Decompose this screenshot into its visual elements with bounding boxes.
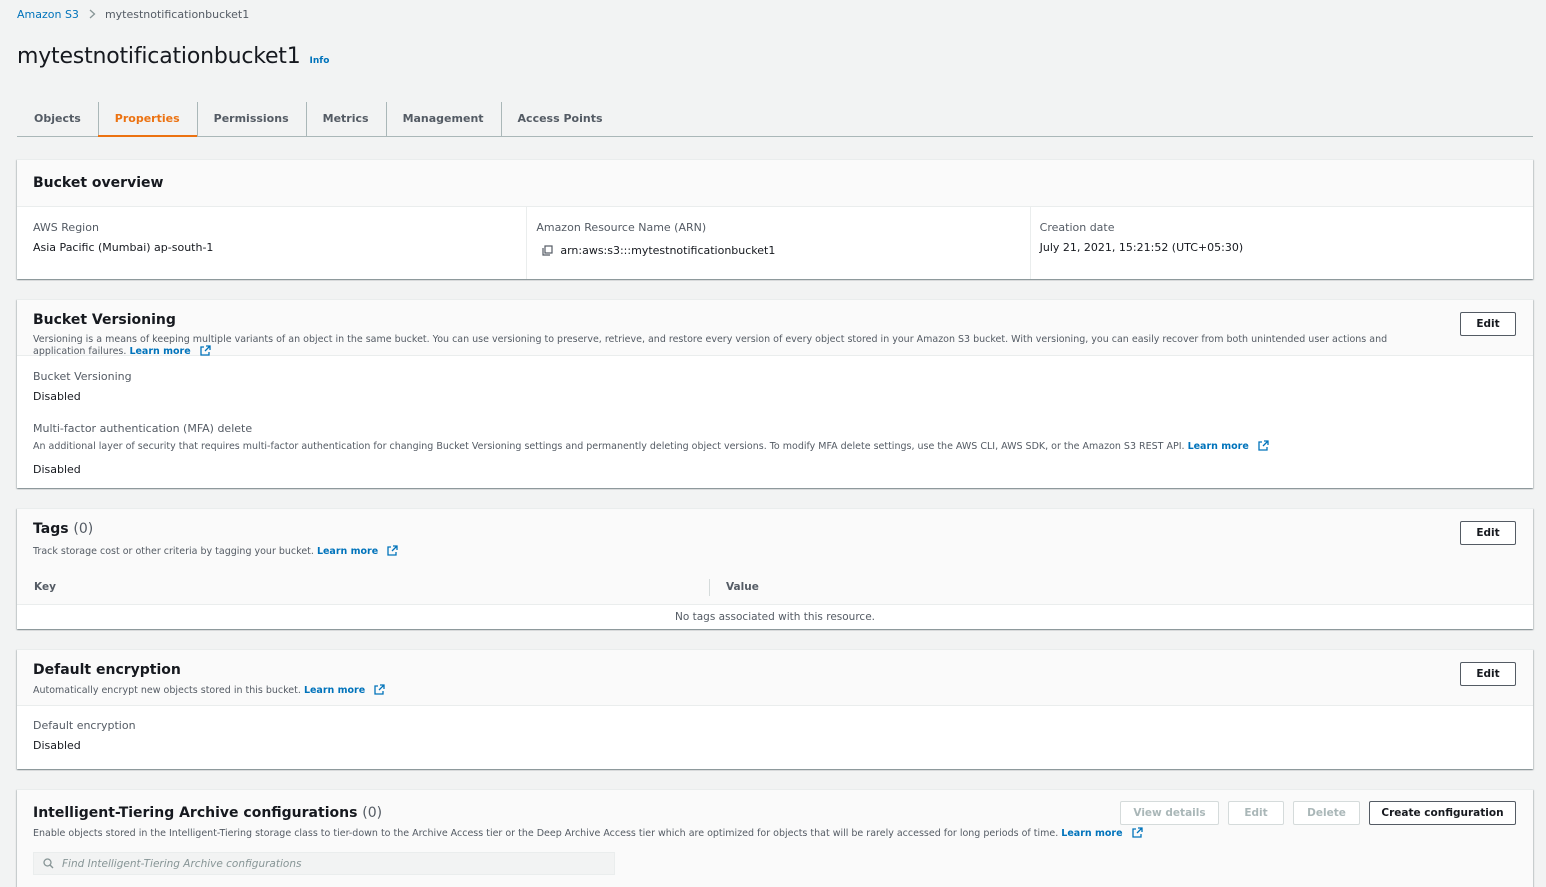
region-column: AWS Region Asia Pacific (Mumbai) ap-sout… bbox=[17, 207, 526, 279]
info-link[interactable]: Info bbox=[310, 56, 330, 66]
tiering-search bbox=[33, 852, 615, 875]
external-link-icon bbox=[387, 545, 398, 559]
tiering-learn-more-link[interactable]: Learn more bbox=[1061, 828, 1122, 839]
bucket-overview-panel: Bucket overview AWS Region Asia Pacific … bbox=[17, 159, 1533, 279]
tags-column-value[interactable]: Value bbox=[709, 570, 1533, 604]
tab-properties[interactable]: Properties bbox=[97, 100, 197, 137]
tiering-delete-button[interactable]: Delete bbox=[1293, 801, 1360, 825]
bucket-overview-header: Bucket overview bbox=[17, 160, 1533, 207]
tags-title: Tags (0) bbox=[33, 521, 1517, 537]
intelligent-tiering-count: (0) bbox=[362, 805, 383, 821]
default-encryption-description: Automatically encrypt new objects stored… bbox=[33, 684, 1517, 698]
arn-value: arn:aws:s3:::mytestnotificationbucket1 bbox=[560, 244, 776, 257]
bucket-overview-title: Bucket overview bbox=[33, 175, 164, 191]
view-details-button[interactable]: View details bbox=[1120, 801, 1219, 825]
tags-learn-more-link[interactable]: Learn more bbox=[317, 546, 378, 557]
arn-row: arn:aws:s3:::mytestnotificationbucket1 bbox=[542, 244, 1013, 257]
default-encryption-panel: Default encryption Automatically encrypt… bbox=[17, 649, 1533, 769]
tags-header: Tags (0) Track storage cost or other cri… bbox=[17, 509, 1533, 570]
tags-count: (0) bbox=[73, 521, 94, 537]
default-encryption-label: Default encryption bbox=[33, 719, 136, 732]
encryption-learn-more-link[interactable]: Learn more bbox=[304, 685, 365, 696]
mfa-learn-more-link[interactable]: Learn more bbox=[1188, 441, 1249, 452]
default-encryption-value: Disabled bbox=[33, 739, 81, 752]
tags-table-header: Key Value bbox=[17, 570, 1533, 605]
mfa-delete-value: Disabled bbox=[33, 463, 81, 476]
mfa-delete-description-text: An additional layer of security that req… bbox=[33, 441, 1185, 452]
bucket-versioning-body: Bucket Versioning Disabled Multi-factor … bbox=[17, 356, 1533, 476]
versioning-status-label: Bucket Versioning bbox=[33, 370, 132, 383]
tags-description-text: Track storage cost or other criteria by … bbox=[33, 546, 314, 557]
intelligent-tiering-panel: Intelligent-Tiering Archive configuratio… bbox=[17, 789, 1533, 887]
breadcrumb-link-amazon-s3[interactable]: Amazon S3 bbox=[17, 8, 79, 21]
external-link-icon bbox=[374, 684, 385, 698]
versioning-edit-button[interactable]: Edit bbox=[1460, 312, 1516, 336]
external-link-icon bbox=[200, 345, 211, 359]
creation-date-label: Creation date bbox=[1039, 221, 1115, 234]
breadcrumb: Amazon S3 mytestnotificationbucket1 bbox=[17, 7, 249, 21]
breadcrumb-current: mytestnotificationbucket1 bbox=[104, 7, 250, 21]
tab-metrics[interactable]: Metrics bbox=[305, 100, 386, 136]
tags-panel: Tags (0) Track storage cost or other cri… bbox=[17, 508, 1533, 629]
intelligent-tiering-header: Intelligent-Tiering Archive configuratio… bbox=[17, 790, 1533, 887]
page-title: mytestnotificationbucket1 bbox=[17, 44, 301, 69]
tab-access-points[interactable]: Access Points bbox=[500, 100, 620, 136]
mfa-delete-description: An additional layer of security that req… bbox=[33, 440, 1517, 454]
tags-title-text: Tags bbox=[33, 521, 69, 537]
default-encryption-description-text: Automatically encrypt new objects stored… bbox=[33, 685, 301, 696]
arn-label: Amazon Resource Name (ARN) bbox=[536, 221, 707, 234]
region-label: AWS Region bbox=[33, 221, 99, 234]
default-encryption-header: Default encryption Automatically encrypt… bbox=[17, 650, 1533, 706]
intelligent-tiering-description: Enable objects stored in the Intelligent… bbox=[33, 827, 1517, 841]
bucket-versioning-header: Bucket Versioning Versioning is a means … bbox=[17, 300, 1533, 359]
copy-icon[interactable] bbox=[542, 245, 553, 256]
external-link-icon bbox=[1258, 440, 1269, 454]
bucket-versioning-title: Bucket Versioning bbox=[33, 312, 176, 328]
tags-empty-state: No tags associated with this resource. bbox=[674, 611, 875, 623]
tiering-search-input[interactable] bbox=[62, 857, 602, 870]
region-value: Asia Pacific (Mumbai) ap-south-1 bbox=[33, 241, 214, 254]
creation-date-column: Creation date July 21, 2021, 15:21:52 (U… bbox=[1029, 207, 1533, 279]
mfa-delete-label: Multi-factor authentication (MFA) delete bbox=[33, 422, 253, 435]
arn-column: Amazon Resource Name (ARN) arn:aws:s3:::… bbox=[526, 207, 1029, 279]
default-encryption-body: Default encryption Disabled bbox=[17, 706, 1533, 752]
tab-permissions[interactable]: Permissions bbox=[196, 100, 306, 136]
versioning-learn-more-link[interactable]: Learn more bbox=[129, 346, 190, 357]
create-configuration-button[interactable]: Create configuration bbox=[1369, 801, 1516, 825]
tags-edit-button[interactable]: Edit bbox=[1460, 521, 1516, 545]
intelligent-tiering-title-text: Intelligent-Tiering Archive configuratio… bbox=[33, 805, 358, 821]
creation-date-value: July 21, 2021, 15:21:52 (UTC+05:30) bbox=[1039, 241, 1244, 254]
intelligent-tiering-description-text: Enable objects stored in the Intelligent… bbox=[33, 828, 1059, 839]
bucket-versioning-description: Versioning is a means of keeping multipl… bbox=[33, 334, 1433, 359]
encryption-edit-button[interactable]: Edit bbox=[1460, 662, 1516, 686]
external-link-icon bbox=[1131, 827, 1143, 841]
chevron-right-icon bbox=[89, 9, 96, 19]
tags-column-key[interactable]: Key bbox=[17, 570, 709, 604]
search-icon bbox=[43, 858, 54, 869]
page-header: mytestnotificationbucket1 Info bbox=[17, 44, 329, 69]
bucket-overview-columns: AWS Region Asia Pacific (Mumbai) ap-sout… bbox=[17, 207, 1533, 279]
tags-description: Track storage cost or other criteria by … bbox=[33, 545, 1517, 559]
tab-management[interactable]: Management bbox=[385, 100, 501, 136]
tab-objects[interactable]: Objects bbox=[17, 100, 98, 136]
bucket-versioning-panel: Bucket Versioning Versioning is a means … bbox=[17, 299, 1533, 488]
default-encryption-title: Default encryption bbox=[33, 662, 181, 678]
bucket-versioning-description-text: Versioning is a means of keeping multipl… bbox=[33, 334, 1388, 357]
tiering-edit-button[interactable]: Edit bbox=[1228, 801, 1284, 825]
tab-bar: Objects Properties Permissions Metrics M… bbox=[17, 100, 1533, 137]
versioning-status-value: Disabled bbox=[33, 390, 81, 403]
